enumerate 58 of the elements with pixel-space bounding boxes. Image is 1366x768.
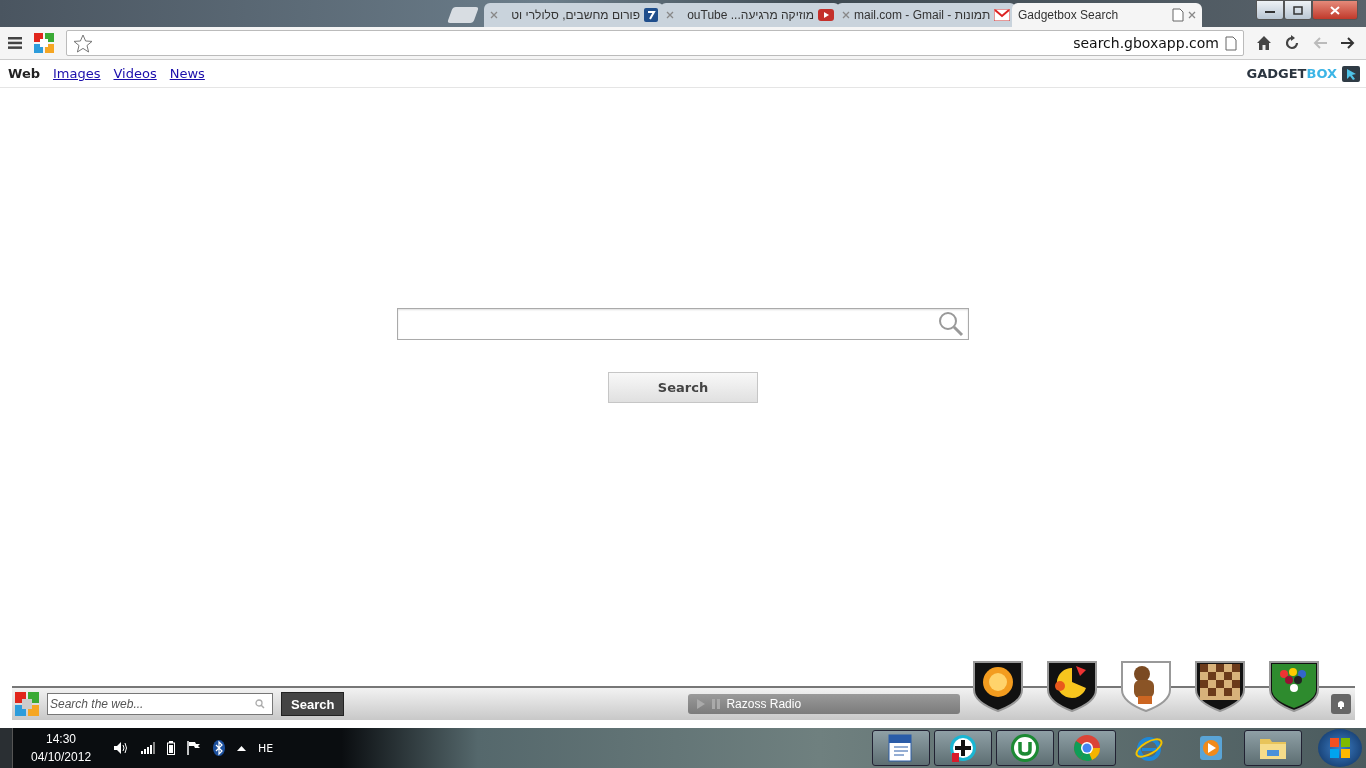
search-tab-link[interactable]: News [169, 66, 205, 81]
page-icon [1225, 35, 1237, 51]
search-icon[interactable] [938, 311, 964, 337]
battery-icon[interactable] [167, 741, 176, 755]
cursor-icon [1342, 65, 1360, 82]
language-indicator[interactable]: HE [258, 741, 274, 755]
taskbar-button[interactable] [1244, 730, 1302, 766]
browser-tab[interactable]: פורום מחשבים, סלולרי וט [484, 3, 664, 27]
browser-tab[interactable]: ouTube ...מוזיקה מרגיעה [660, 3, 840, 27]
close-icon[interactable] [1188, 11, 1196, 19]
taskbar-button[interactable] [996, 730, 1054, 766]
signal-icon[interactable] [141, 742, 156, 754]
time-text: 14:30 [46, 731, 77, 748]
taskbar-button[interactable] [872, 730, 930, 766]
address-bar[interactable]: search.gboxapp.com [66, 30, 1244, 56]
maximize-button[interactable] [1284, 0, 1312, 20]
favicon-icon [644, 8, 658, 22]
extension-icon[interactable] [15, 692, 39, 716]
extension-icon[interactable] [34, 33, 54, 53]
notification-button[interactable] [1331, 694, 1351, 714]
clock[interactable]: 14:30 04/10/2012 [17, 730, 102, 766]
browser-tab[interactable]: Gadgetbox Search [1012, 3, 1202, 27]
taskbar-button[interactable] [1058, 730, 1116, 766]
maximize-icon [1293, 5, 1303, 15]
search-button[interactable]: Search [608, 372, 758, 403]
date-text: 04/10/2012 [31, 749, 92, 766]
star-icon[interactable] [73, 33, 93, 53]
chevron-up-icon[interactable] [237, 745, 247, 751]
torrent-icon [1010, 733, 1040, 763]
browser-tab[interactable]: mail.com - Gmail - תמונות [836, 3, 1016, 27]
mail-icon [994, 9, 1010, 21]
new-tab-button[interactable] [447, 7, 479, 23]
close-button[interactable] [1312, 0, 1358, 20]
page-icon [1172, 8, 1184, 22]
taskbar-button[interactable] [934, 730, 992, 766]
web-search-field[interactable]: Search the web... [47, 693, 273, 715]
start-button[interactable] [1318, 729, 1362, 767]
search-button[interactable]: Search [281, 692, 345, 716]
bell-icon [1337, 699, 1345, 709]
menu-icon[interactable] [8, 37, 22, 49]
search-tab-link[interactable]: Videos [113, 66, 157, 81]
plus-icon [948, 733, 978, 763]
search-tab-link[interactable]: Web [8, 66, 40, 81]
search-field[interactable] [397, 308, 969, 340]
logo-text: GADGETBOX [1246, 66, 1337, 81]
speaker-icon[interactable] [113, 741, 130, 755]
search-tab-link[interactable]: Images [53, 66, 101, 81]
close-icon [1330, 5, 1340, 15]
bluetooth-icon[interactable] [213, 740, 226, 756]
flag-icon[interactable] [187, 741, 202, 755]
home-icon[interactable] [1256, 35, 1272, 51]
reload-icon[interactable] [1284, 35, 1300, 51]
minimize-button[interactable] [1256, 0, 1284, 20]
browser-icon [1072, 733, 1102, 763]
play-icon [818, 9, 834, 21]
forward-icon[interactable] [1340, 36, 1356, 50]
windows-logo-icon [1329, 737, 1351, 759]
url-text: search.gboxapp.com [1073, 35, 1219, 51]
